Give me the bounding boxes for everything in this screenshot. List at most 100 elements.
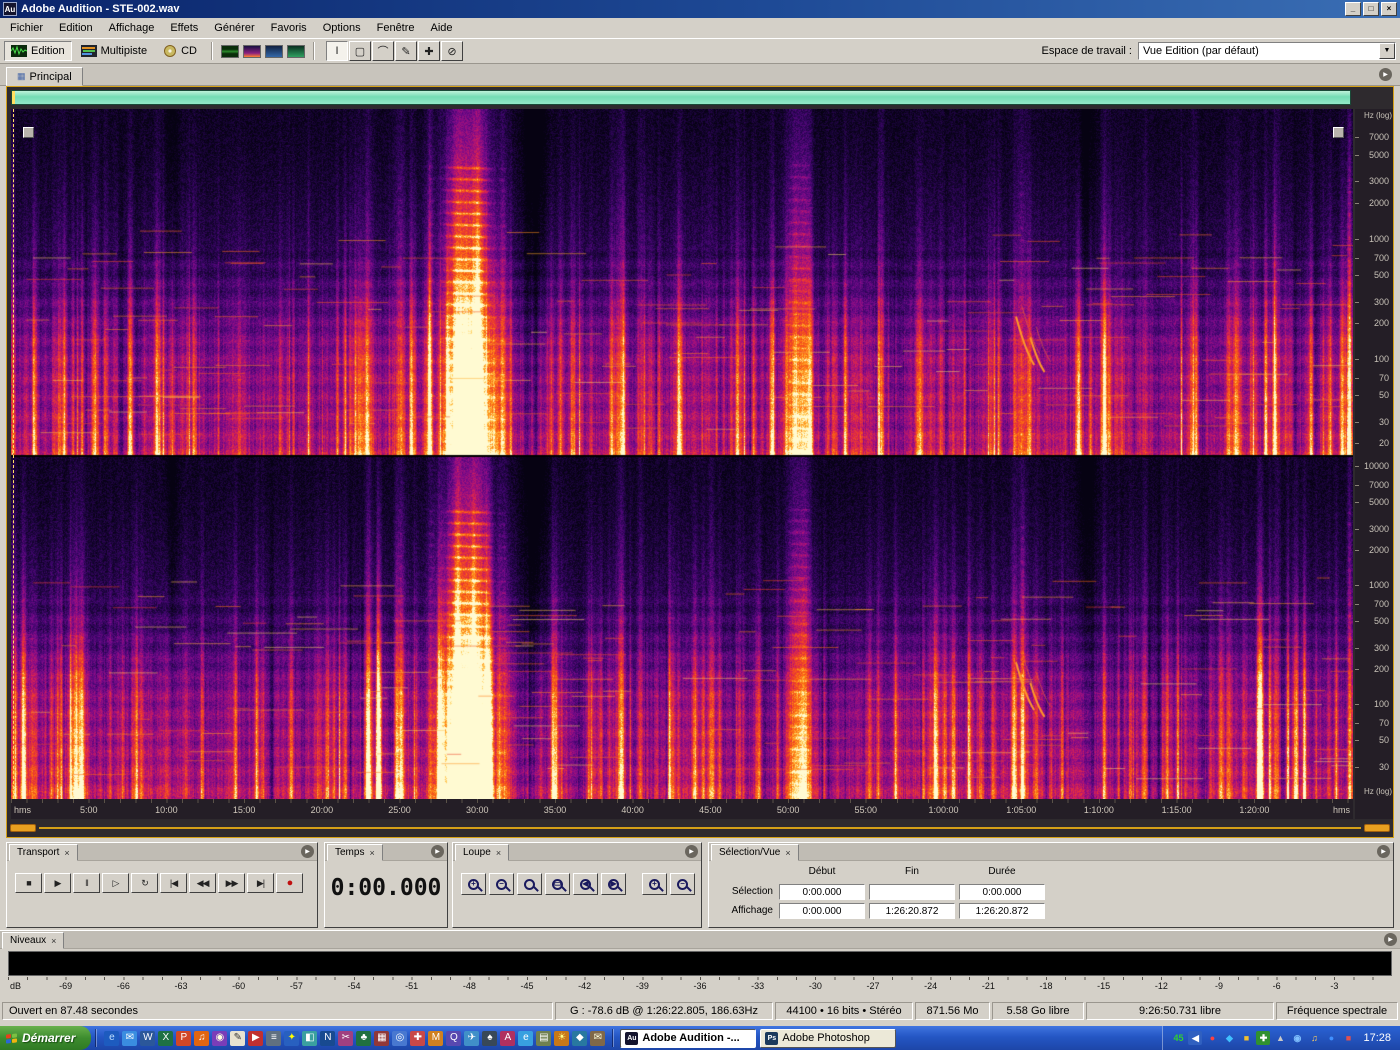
level-meter[interactable] bbox=[8, 951, 1392, 976]
quicklaunch-icon[interactable]: ✦ bbox=[284, 1030, 300, 1046]
record-button[interactable]: ● bbox=[276, 873, 303, 893]
tray-icon[interactable]: ◉ bbox=[1290, 1031, 1304, 1045]
close-panel-icon[interactable]: × bbox=[64, 848, 69, 858]
edition-view-button[interactable]: Edition bbox=[4, 41, 72, 61]
menu-fenetre[interactable]: Fenêtre bbox=[369, 19, 423, 37]
marquee-selection-tool[interactable]: ▢ bbox=[349, 41, 371, 61]
lasso-selection-tool[interactable]: ⌒ bbox=[372, 41, 394, 61]
workspace-select[interactable]: Vue Edition (par défaut) ▼ bbox=[1138, 42, 1396, 60]
tray-icon[interactable]: ■ bbox=[1239, 1031, 1253, 1045]
quicklaunch-icon[interactable]: ▶ bbox=[248, 1030, 264, 1046]
menu-effets[interactable]: Effets bbox=[162, 19, 206, 37]
rewind-button[interactable]: ◀◀ bbox=[189, 873, 216, 893]
menu-aide[interactable]: Aide bbox=[423, 19, 461, 37]
maximize-button[interactable]: □ bbox=[1363, 2, 1379, 16]
close-button[interactable]: × bbox=[1381, 2, 1397, 16]
selection-fin-field[interactable] bbox=[869, 884, 955, 900]
waveform-display-icon[interactable] bbox=[221, 44, 239, 58]
affichage-duree-field[interactable]: 1:26:20.872 bbox=[959, 903, 1045, 919]
effects-paintbrush-tool[interactable]: ✎ bbox=[395, 41, 417, 61]
selection-debut-field[interactable]: 0:00.000 bbox=[779, 884, 865, 900]
quicklaunch-icon[interactable]: A bbox=[500, 1030, 516, 1046]
quicklaunch-icon[interactable]: ◉ bbox=[212, 1030, 228, 1046]
quicklaunch-icon[interactable]: ◎ bbox=[392, 1030, 408, 1046]
zoom-in-right-edge-button[interactable]: ▶ bbox=[601, 873, 626, 895]
quicklaunch-icon[interactable]: ✉ bbox=[590, 1030, 606, 1046]
quicklaunch-icon[interactable]: ▤ bbox=[536, 1030, 552, 1046]
quicklaunch-icon[interactable]: ▦ bbox=[374, 1030, 390, 1046]
quicklaunch-icon[interactable]: ✎ bbox=[230, 1030, 246, 1046]
task-adobe-photoshop[interactable]: Ps Adobe Photoshop bbox=[760, 1028, 897, 1048]
menu-generer[interactable]: Générer bbox=[206, 19, 262, 37]
play-looped-button[interactable]: ↻ bbox=[131, 873, 158, 893]
spectral-phase-display-icon[interactable] bbox=[287, 44, 305, 58]
tray-icon[interactable]: ◆ bbox=[1222, 1031, 1236, 1045]
zoom-in-left-edge-button[interactable]: ◀ bbox=[573, 873, 598, 895]
affichage-debut-field[interactable]: 0:00.000 bbox=[779, 903, 865, 919]
zoom-to-selection-button[interactable]: ▭ bbox=[545, 873, 570, 895]
menu-affichage[interactable]: Affichage bbox=[101, 19, 163, 37]
tray-icon[interactable]: ■ bbox=[1341, 1031, 1355, 1045]
tray-icon[interactable]: ▲ bbox=[1273, 1031, 1287, 1045]
zoom-in-vertical-button[interactable]: + bbox=[642, 873, 667, 895]
right-boundary-handle[interactable] bbox=[1333, 127, 1344, 138]
overview-bar[interactable] bbox=[11, 90, 1351, 105]
timeline-ruler[interactable]: hms hms 5:00 10:00 15:00 20:00 25:00 30:00 35:… bbox=[11, 799, 1353, 819]
multipiste-view-button[interactable]: Multipiste bbox=[74, 41, 154, 61]
quicklaunch-icon[interactable]: ♣ bbox=[356, 1030, 372, 1046]
quicklaunch-icon[interactable]: ✉ bbox=[122, 1030, 138, 1046]
scrub-tool[interactable]: ⊘ bbox=[441, 41, 463, 61]
quicklaunch-icon[interactable]: ☀ bbox=[554, 1030, 570, 1046]
quicklaunch-icon[interactable]: ✚ bbox=[410, 1030, 426, 1046]
tab-principal[interactable]: ▦ Principal bbox=[6, 67, 83, 86]
scrollbar-right-cap[interactable] bbox=[1364, 824, 1390, 832]
loupe-tab[interactable]: Loupe × bbox=[455, 844, 510, 861]
close-panel-icon[interactable]: × bbox=[496, 848, 501, 858]
menu-options[interactable]: Options bbox=[315, 19, 369, 37]
selection-vue-tab[interactable]: Sélection/Vue × bbox=[711, 844, 799, 861]
start-button[interactable]: Démarrer bbox=[0, 1026, 92, 1050]
go-to-end-button[interactable]: ▶| bbox=[247, 873, 274, 893]
task-adobe-audition[interactable]: Au Adobe Audition -... bbox=[620, 1028, 757, 1048]
panel-menu-button[interactable]: ▶ bbox=[1384, 933, 1397, 946]
frequency-ruler[interactable]: Hz (log) Hz (log) 7000 5000 3000 2000 1000 70… bbox=[1355, 109, 1393, 799]
close-panel-icon[interactable]: × bbox=[785, 848, 790, 858]
panel-menu-button[interactable]: ▶ bbox=[1377, 845, 1390, 858]
menu-favoris[interactable]: Favoris bbox=[263, 19, 315, 37]
menu-fichier[interactable]: Fichier bbox=[2, 19, 51, 37]
playhead-cursor[interactable] bbox=[13, 109, 14, 799]
zoom-out-vertical-button[interactable]: − bbox=[670, 873, 695, 895]
quicklaunch-icon[interactable]: M bbox=[428, 1030, 444, 1046]
minimize-button[interactable]: _ bbox=[1345, 2, 1361, 16]
tray-icon[interactable]: ✚ bbox=[1256, 1031, 1271, 1045]
tray-icon[interactable]: 45 bbox=[1171, 1031, 1185, 1045]
fast-forward-button[interactable]: ▶▶ bbox=[218, 873, 245, 893]
niveaux-tab[interactable]: Niveaux × bbox=[2, 932, 65, 949]
quicklaunch-icon[interactable]: X bbox=[158, 1030, 174, 1046]
quicklaunch-icon[interactable]: ✂ bbox=[338, 1030, 354, 1046]
zoom-out-horizontal-button[interactable]: − bbox=[489, 873, 514, 895]
panel-menu-button[interactable]: ▶ bbox=[431, 845, 444, 858]
tray-icon[interactable]: ◀ bbox=[1188, 1031, 1203, 1045]
close-panel-icon[interactable]: × bbox=[51, 936, 56, 946]
quicklaunch-icon[interactable]: e bbox=[104, 1030, 120, 1046]
panel-menu-button[interactable]: ▶ bbox=[301, 845, 314, 858]
quicklaunch-icon[interactable]: ♫ bbox=[194, 1030, 210, 1046]
temps-tab[interactable]: Temps × bbox=[327, 844, 383, 861]
panel-menu-button[interactable]: ▶ bbox=[685, 845, 698, 858]
quicklaunch-icon[interactable]: ≡ bbox=[266, 1030, 282, 1046]
play-button[interactable]: ▶ bbox=[44, 873, 71, 893]
spectral-frequency-display-icon[interactable] bbox=[243, 44, 261, 58]
quicklaunch-icon[interactable]: e bbox=[518, 1030, 534, 1046]
horizontal-scrollbar[interactable] bbox=[7, 821, 1393, 835]
cd-view-button[interactable]: CD bbox=[156, 41, 204, 61]
play-from-cursor-button[interactable]: ▷ bbox=[102, 873, 129, 893]
zoom-full-button[interactable] bbox=[517, 873, 542, 895]
quicklaunch-icon[interactable]: Q bbox=[446, 1030, 462, 1046]
close-panel-icon[interactable]: × bbox=[369, 848, 374, 858]
pause-button[interactable]: ‖ bbox=[73, 873, 100, 893]
go-to-beginning-button[interactable]: |◀ bbox=[160, 873, 187, 893]
transport-tab[interactable]: Transport × bbox=[9, 844, 78, 861]
spectrogram-canvas[interactable] bbox=[11, 109, 1353, 799]
dropdown-arrow-icon[interactable]: ▼ bbox=[1379, 43, 1395, 59]
